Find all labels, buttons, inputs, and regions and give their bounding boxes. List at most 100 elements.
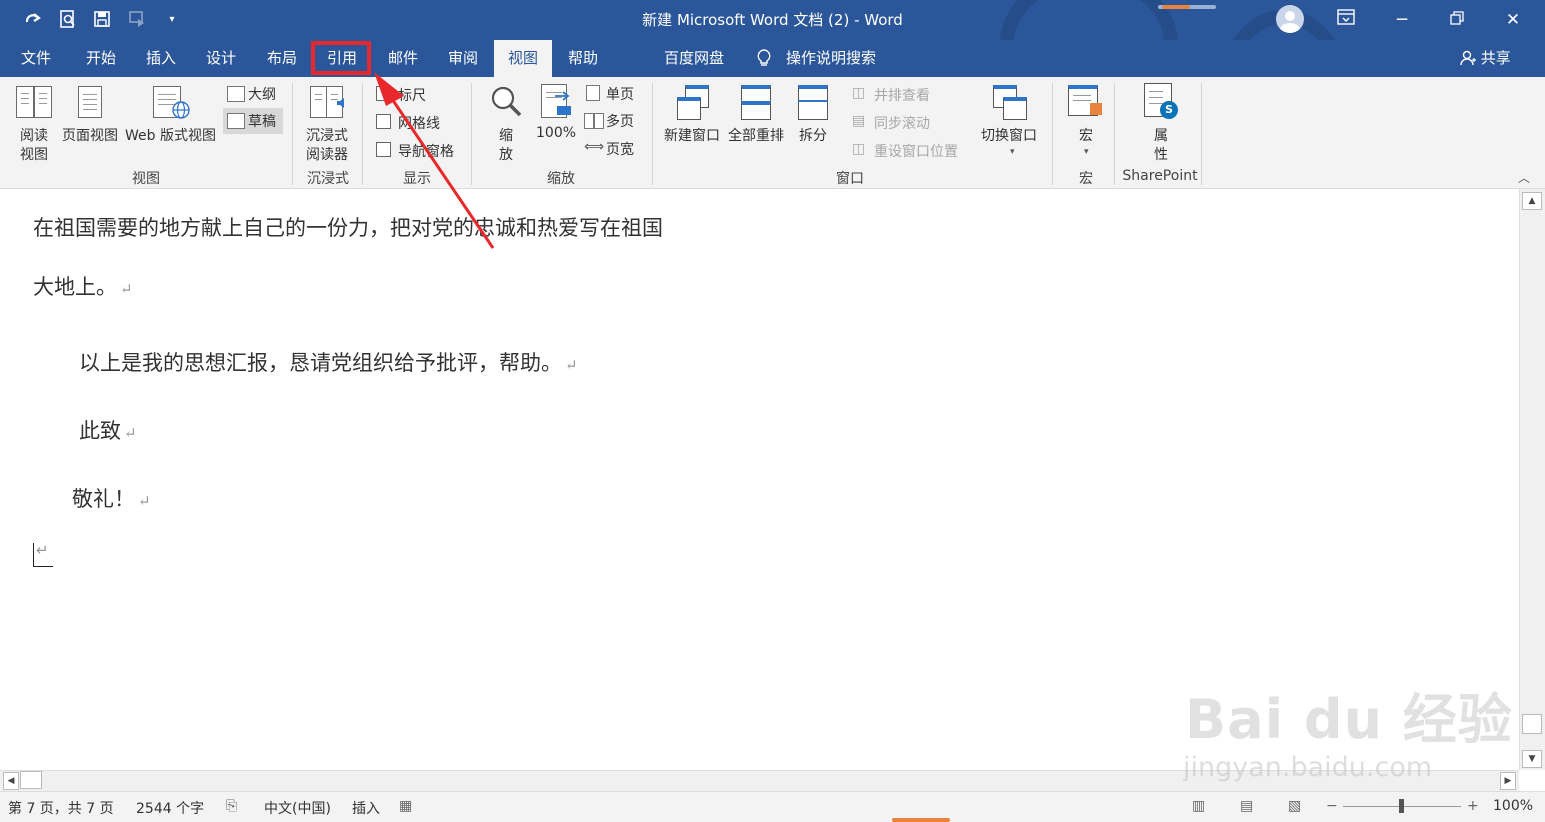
properties-label-1[interactable]: 属 [1154,125,1168,145]
split-icon[interactable] [798,85,828,120]
avatar[interactable] [1276,5,1304,33]
print-layout-icon[interactable] [78,86,102,118]
customize-qat-icon[interactable]: ▾ [161,9,183,31]
zoom-100-label[interactable]: 100% [536,125,576,141]
zoom-magnifier-icon[interactable] [489,84,523,118]
ribbon-display-options-icon[interactable] [1326,7,1366,33]
collapse-ribbon-icon[interactable]: ︿ [1518,169,1530,186]
multi-page-label[interactable]: 多页 [606,111,634,131]
zoom-label-1[interactable]: 缩 [499,125,513,145]
hscroll-thumb[interactable] [20,771,42,789]
immersive-reader-icon[interactable] [310,86,350,120]
redo-icon[interactable] [22,9,44,31]
tab-baidu-netdisk[interactable]: 百度网盘 [656,40,732,77]
tab-file[interactable]: 文件 [12,40,60,77]
immersive-reader-label-2[interactable]: 阅读器 [306,144,348,164]
draft-icon[interactable] [227,113,245,129]
one-page-icon[interactable] [586,85,600,101]
zoom-100-icon[interactable] [541,84,573,118]
touch-mode-icon[interactable] [126,9,148,31]
language-indicator[interactable]: 中文(中国) [264,798,331,818]
web-layout-icon[interactable] [153,86,193,120]
zoom-in-icon[interactable]: + [1467,798,1479,814]
lightbulb-icon[interactable] [757,49,771,67]
read-mode-label-1[interactable]: 阅读 [20,125,48,145]
macros-dropdown-icon[interactable]: ▾ [1084,147,1089,157]
arrange-all-icon[interactable] [741,85,771,120]
web-layout-view-icon[interactable]: ▧ [1288,798,1301,814]
arrange-all-label[interactable]: 全部重排 [728,125,784,145]
ruler-label[interactable]: 标尺 [398,85,426,105]
zoom-out-icon[interactable]: − [1326,798,1338,814]
read-mode-view-icon[interactable]: ▥ [1192,798,1205,814]
paragraph-text: 此致 [79,419,121,443]
properties-label-2[interactable]: 性 [1154,144,1168,164]
multi-page-icon[interactable] [594,113,604,129]
print-layout-view-icon[interactable]: ▤ [1240,798,1253,814]
paragraph-mark: ↵ [138,492,151,510]
page-width-label[interactable]: 页宽 [606,139,634,159]
paragraph-mark: ↵ [120,280,133,298]
switch-windows-label[interactable]: 切换窗口 [981,125,1037,145]
zoom-slider-thumb[interactable] [1399,799,1404,813]
share-label: 共享 [1480,49,1511,67]
switch-windows-icon[interactable] [993,85,1027,120]
switch-windows-dropdown-icon[interactable]: ▾ [1010,147,1015,157]
tab-mailings[interactable]: 邮件 [379,40,427,77]
restore-icon[interactable] [1437,7,1477,33]
scroll-right-icon[interactable]: ▶ [1500,772,1516,790]
new-window-label[interactable]: 新建窗口 [664,125,720,145]
scroll-left-icon[interactable]: ◀ [3,772,19,790]
split-label[interactable]: 拆分 [799,125,827,145]
tab-home[interactable]: 开始 [77,40,125,77]
new-window-icon[interactable] [677,85,711,120]
scroll-down-icon[interactable]: ▼ [1522,750,1542,768]
scroll-thumb[interactable] [1522,714,1542,734]
macro-record-icon[interactable]: ▦ [399,798,412,814]
paragraph-mark: ↵ [124,424,137,442]
immersive-reader-label-1[interactable]: 沉浸式 [306,125,348,145]
macros-label[interactable]: 宏 [1079,125,1093,145]
tab-view[interactable]: 视图 [494,40,552,77]
page-width-icon[interactable]: ⟺ [584,139,604,155]
ribbon-tab-bar: 文件 开始 插入 设计 布局 引用 邮件 审阅 视图 帮助 百度网盘 操作说明搜… [0,40,1545,77]
proofing-icon[interactable]: ⎘ [226,798,237,814]
save-icon[interactable] [91,9,113,31]
print-preview-icon[interactable] [57,9,79,31]
print-layout-label[interactable]: 页面视图 [62,125,118,145]
one-page-label[interactable]: 单页 [606,84,634,104]
sync-scroll-icon: ▤ [852,113,866,129]
page-count[interactable]: 第 7 页，共 7 页 [8,798,114,818]
share-button[interactable]: 共享 [1460,40,1511,77]
reset-position-icon: ◫ [852,141,866,157]
gridlines-label[interactable]: 网格线 [398,113,440,133]
zoom-label-2[interactable]: 放 [499,144,513,164]
read-mode-label-2[interactable]: 视图 [20,144,48,164]
sharepoint-properties-icon[interactable]: S [1144,83,1184,119]
tab-help[interactable]: 帮助 [559,40,607,77]
ruler-checkbox[interactable] [376,86,391,101]
tab-insert[interactable]: 插入 [137,40,185,77]
insert-mode-indicator[interactable]: 插入 [352,798,380,818]
tell-me-search[interactable]: 操作说明搜索 [783,40,879,77]
macros-icon[interactable] [1068,85,1104,119]
baidu-watermark-url: jingyan.baidu.com [1183,752,1433,783]
read-mode-icon[interactable] [16,86,52,118]
tab-review[interactable]: 审阅 [439,40,487,77]
gridlines-checkbox[interactable] [376,114,391,129]
nav-pane-checkbox[interactable] [376,142,391,157]
tab-design[interactable]: 设计 [197,40,245,77]
zoom-percentage[interactable]: 100% [1493,798,1533,814]
outline-label[interactable]: 大纲 [248,84,276,104]
vertical-scrollbar[interactable]: ▲ ▼ [1519,189,1545,770]
web-layout-label[interactable]: Web 版式视图 [125,125,216,145]
multi-page-icon[interactable] [584,113,594,129]
close-icon[interactable]: ✕ [1493,7,1533,33]
scroll-up-icon[interactable]: ▲ [1522,192,1542,210]
nav-pane-label[interactable]: 导航窗格 [398,141,454,161]
outline-icon[interactable] [227,86,245,102]
draft-label[interactable]: 草稿 [248,111,276,131]
tab-layout[interactable]: 布局 [258,40,306,77]
minimize-icon[interactable]: ─ [1382,7,1422,33]
word-count[interactable]: 2544 个字 [136,798,204,818]
